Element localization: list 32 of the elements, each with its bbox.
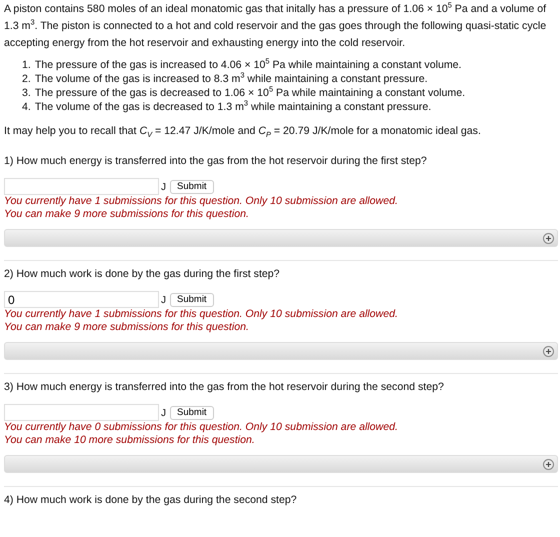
- step-text: The volume of the gas is decreased to 1.3 m$^{3}$ while maintaining a constant pressure.: [34, 100, 432, 114]
- problem-text: A piston contains 580 moles of an ideal monatomic gas that initally has a pressure of 1.06 × 10$^{5}$ Pa and a volume of 1.3 m$^{3}$. The piston is connected to a hot and cold reservoir and the gas goes through the following quasi-static cycle accepting energy from the hot reservoir and exhausting energy into the cold reservoir.: [4, 0, 548, 51]
- question-text: 1) How much energy is transferred into the gas from the hot reservoir during the first step?: [4, 154, 428, 168]
- submission-notice: You currently have 0 submissions for this question. Only 10 submission are allowed.: [4, 421, 399, 434]
- answer-field[interactable]: [4, 178, 159, 195]
- expand-icon[interactable]: [543, 346, 554, 356]
- submit-button[interactable]: Submit: [170, 293, 214, 307]
- submit-button[interactable]: Submit: [170, 180, 214, 194]
- submission-notice: You can make 9 more submissions for this question.: [4, 208, 250, 220]
- submission-notice: You currently have 1 submissions for this question. Only 10 submission are allowed.: [4, 195, 399, 208]
- answer-field[interactable]: 0: [4, 291, 159, 308]
- step-number: 2.: [22, 72, 31, 86]
- unit-label: J: [161, 408, 166, 419]
- question-text: 4) How much work is done by the gas during the second step?: [4, 493, 298, 507]
- submit-button[interactable]: Submit: [170, 406, 214, 420]
- unit-label: J: [161, 182, 166, 193]
- question-text: 2) How much work is done by the gas during the first step?: [4, 267, 281, 281]
- expand-icon[interactable]: [543, 232, 554, 244]
- submission-notice: You currently have 1 submissions for this question. Only 10 submission are allowed.: [4, 308, 399, 320]
- step-text: The pressure of the gas is increased to 4.06 × 10$^{5}$ Pa while maintaining a constant volume.: [34, 58, 462, 72]
- unit-label: J: [161, 295, 166, 306]
- step-number: 4.: [22, 100, 31, 114]
- step-number: 1.: [22, 58, 31, 72]
- step-number: 3.: [22, 86, 31, 100]
- question-text: 3) How much energy is transferred into the gas from the hot reservoir during the second step?: [4, 380, 445, 394]
- submission-notice: You can make 10 more submissions for this question.: [4, 434, 256, 446]
- hint-text: It may help you to recall that C$_{V}$ = 12.47 J/K/mole and C$_{P}$ = 20.79 J/K/mole for a monatomic ideal gas.: [4, 124, 482, 138]
- step-text: The volume of the gas is increased to 8.3 m$^{3}$ while maintaining a constant pressure.: [34, 72, 428, 86]
- submission-notice: You can make 9 more submissions for this question.: [4, 320, 250, 333]
- answer-field[interactable]: [4, 404, 159, 421]
- expand-icon[interactable]: [543, 458, 554, 470]
- step-text: The pressure of the gas is decreased to 1.06 × 10$^{5}$ Pa while maintaining a constant volume.: [34, 86, 466, 100]
